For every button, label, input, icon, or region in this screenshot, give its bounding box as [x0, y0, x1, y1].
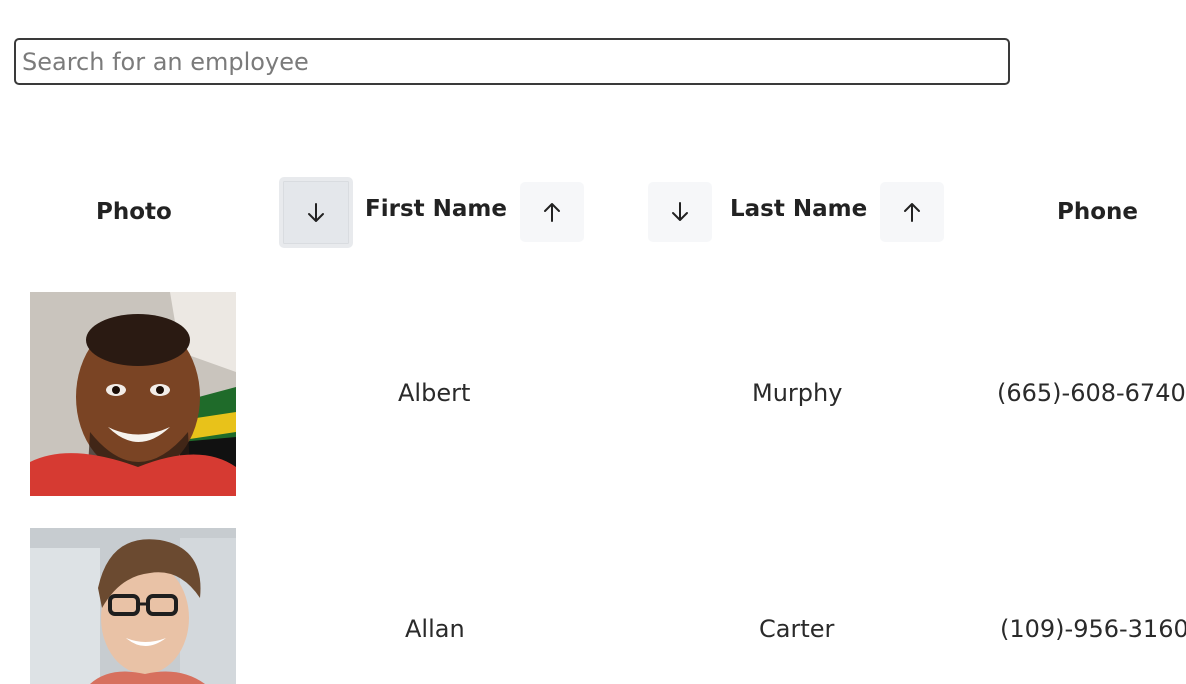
- phone-cell: (665)-608-6740: [997, 379, 1186, 407]
- last-name-cell: Murphy: [752, 379, 843, 407]
- arrow-down-icon: [308, 202, 324, 222]
- last-name-sort-ascending-button[interactable]: [880, 182, 944, 242]
- first-name-sort-ascending-button[interactable]: [520, 182, 584, 242]
- employee-photo: [30, 528, 236, 684]
- last-name-sort-descending-button[interactable]: [648, 182, 712, 242]
- photo-column-header: Photo: [96, 199, 172, 225]
- last-name-cell: Carter: [759, 615, 835, 643]
- arrow-down-icon: [672, 202, 688, 221]
- phone-column-header: Phone: [1057, 199, 1139, 225]
- last-name-column-header: Last Name: [730, 196, 868, 222]
- avatar: [30, 528, 236, 684]
- employee-photo: [30, 292, 236, 496]
- first-name-sort-descending-button[interactable]: [279, 177, 353, 248]
- search-input[interactable]: [14, 38, 1010, 85]
- arrow-up-icon: [544, 203, 560, 222]
- employee-directory-page: Photo First Name Last Name Phone: [0, 0, 1186, 684]
- first-name-column-header: First Name: [365, 196, 507, 222]
- first-name-cell: Allan: [405, 615, 465, 643]
- arrow-up-icon: [904, 203, 920, 222]
- first-name-cell: Albert: [398, 379, 471, 407]
- avatar: [30, 292, 236, 496]
- phone-cell: (109)-956-3160: [1000, 615, 1186, 643]
